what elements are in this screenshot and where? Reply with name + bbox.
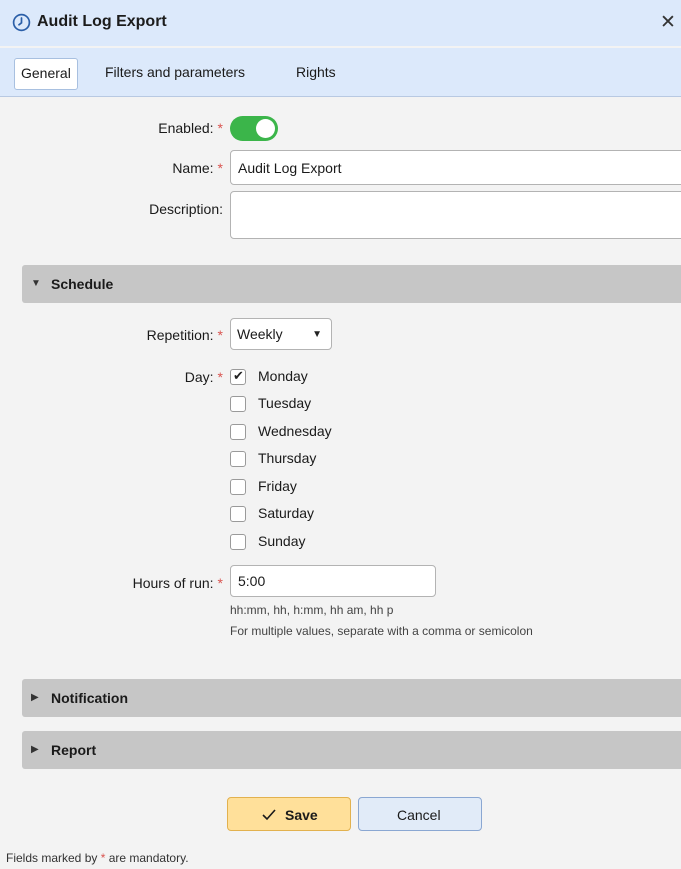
day-option-label: Monday (258, 368, 308, 384)
day-option-label: Sunday (258, 533, 306, 549)
cancel-button-label: Cancel (397, 807, 441, 823)
close-icon[interactable]: ✕ (660, 11, 676, 34)
saturday-checkbox[interactable] (230, 506, 246, 522)
toggle-knob (256, 119, 275, 138)
friday-checkbox[interactable] (230, 479, 246, 495)
name-field[interactable] (230, 150, 681, 185)
clock-icon (12, 13, 31, 32)
hours-of-run-field[interactable] (230, 565, 436, 597)
notification-section-title: Notification (51, 690, 128, 706)
mandatory-fields-note: Fields marked by * are mandatory. (6, 851, 189, 865)
hours-of-run-label: Hours of run: * (132, 575, 223, 591)
day-option-label: Friday (258, 478, 297, 494)
tab-filters-and-parameters[interactable]: Filters and parameters (99, 58, 251, 88)
required-marker: * (217, 575, 223, 591)
hours-multiple-hint: For multiple values, separate with a com… (230, 624, 533, 638)
repetition-value: Weekly (237, 326, 283, 342)
day-option-label: Thursday (258, 450, 317, 466)
caret-right-icon: ▶ (31, 744, 39, 755)
dialog-title: Audit Log Export (37, 13, 167, 30)
caret-down-icon: ▼ (31, 278, 41, 289)
description-field[interactable] (230, 191, 681, 239)
wednesday-checkbox[interactable] (230, 424, 246, 440)
name-label: Name: * (172, 160, 223, 176)
required-marker: * (217, 120, 223, 136)
tuesday-checkbox[interactable] (230, 396, 246, 412)
chevron-down-icon: ▼ (312, 329, 322, 340)
hours-format-hint: hh:mm, hh, h:mm, hh am, hh p (230, 603, 394, 617)
schedule-section-title: Schedule (51, 276, 114, 292)
day-label: Day: * (184, 369, 223, 385)
enabled-label: Enabled: * (158, 120, 223, 136)
enabled-toggle[interactable] (230, 116, 278, 141)
required-marker: * (217, 160, 223, 176)
checkmark-icon: ✔ (233, 368, 244, 383)
day-option-label: Wednesday (258, 423, 332, 439)
repetition-label: Repetition: * (146, 327, 223, 343)
report-section-title: Report (51, 742, 97, 758)
notification-section-header[interactable]: ▶ Notification (22, 679, 681, 717)
day-option-label: Tuesday (258, 395, 312, 411)
report-section-header[interactable]: ▶ Report (22, 731, 681, 769)
schedule-section-header[interactable]: ▼ Schedule (22, 265, 681, 303)
dialog-titlebar: Audit Log Export ✕ (0, 0, 681, 46)
required-marker: * (217, 327, 223, 343)
tab-bar: General Filters and parameters Rights (0, 48, 681, 97)
save-button[interactable]: Save (227, 797, 351, 831)
repetition-select[interactable]: Weekly ▼ (230, 318, 332, 350)
sunday-checkbox[interactable] (230, 534, 246, 550)
monday-checkbox[interactable]: ✔ (230, 368, 246, 385)
tab-rights[interactable]: Rights (290, 58, 342, 88)
save-button-label: Save (285, 807, 318, 823)
checkmark-icon (262, 809, 276, 821)
description-label: Description: (149, 201, 223, 217)
day-option-label: Saturday (258, 505, 315, 521)
tab-general[interactable]: General (14, 58, 78, 90)
required-marker: * (217, 369, 223, 385)
cancel-button[interactable]: Cancel (358, 797, 482, 831)
thursday-checkbox[interactable] (230, 451, 246, 467)
caret-right-icon: ▶ (31, 692, 39, 703)
